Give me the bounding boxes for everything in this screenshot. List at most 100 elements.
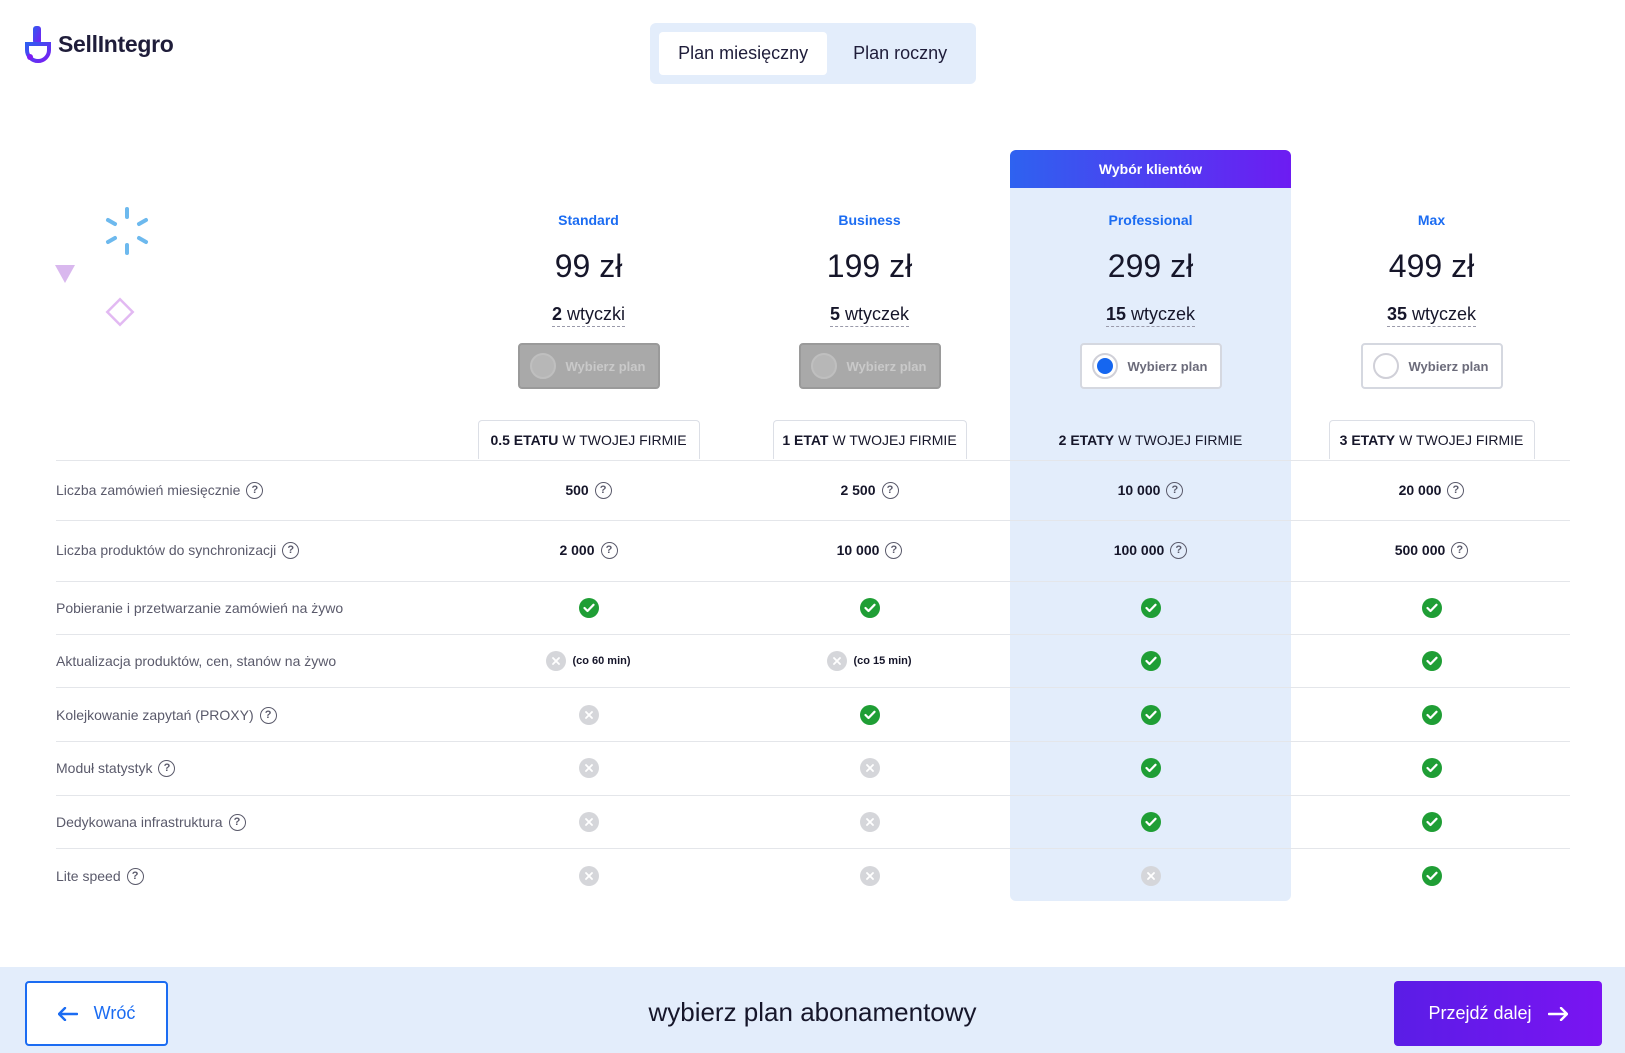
staff-equivalent-text: W TWOJEJ FIRMIE — [1118, 432, 1243, 448]
arrow-right-icon — [1547, 1006, 1568, 1021]
feature-label: Aktualizacja produktów, cen, stanów na ż… — [56, 651, 336, 671]
plan-header-max: Max 499 zł 35 wtyczek — [1291, 200, 1572, 330]
help-icon[interactable]: ? — [1447, 481, 1465, 499]
plan-price: 199 zł — [826, 248, 913, 284]
feature-cell — [1010, 650, 1291, 672]
feature-cell — [1010, 757, 1291, 779]
plugins-count: 2 — [551, 304, 562, 324]
feature-label: Liczba produktów do synchronizacji? — [56, 540, 300, 560]
brand-name: SellIntegro — [58, 30, 174, 57]
feature-label: Kolejkowanie zapytań (PROXY)? — [56, 705, 277, 725]
plugins-count: 15 — [1105, 304, 1126, 324]
feature-value: 500 — [565, 482, 589, 498]
help-icon[interactable]: ? — [126, 867, 144, 885]
feature-cell — [448, 704, 729, 726]
feature-value: 2 000 — [559, 542, 595, 558]
help-icon[interactable]: ? — [1451, 541, 1469, 559]
select-plan-label: Wybierz plan — [1127, 358, 1208, 374]
sparkle-decoration-icon — [106, 207, 148, 255]
help-icon[interactable]: ? — [594, 481, 612, 499]
next-button[interactable]: Przejdź dalej — [1394, 981, 1602, 1046]
check-icon — [1421, 866, 1442, 886]
feature-label-text: Dedykowana infrastruktura — [56, 814, 223, 830]
check-icon — [1421, 651, 1442, 671]
select-plan-label: Wybierz plan — [846, 358, 927, 374]
feature-label-text: Liczba produktów do synchronizacji — [56, 542, 277, 558]
plan-name: Business — [838, 212, 901, 228]
feature-cell — [448, 757, 729, 779]
select-plan-button-business[interactable]: Wybierz plan — [798, 343, 941, 389]
feature-label: Liczba zamówień miesięcznie? — [56, 480, 264, 500]
staff-equivalent-business: 1 ETAT W TWOJEJ FIRMIE — [772, 420, 967, 459]
feature-cell — [1291, 865, 1572, 887]
monthly-plan-tab[interactable]: Plan miesięczny — [659, 32, 828, 75]
feature-cell — [1291, 597, 1572, 619]
brand-logo[interactable]: SellIntegro — [24, 24, 174, 64]
yearly-plan-tab[interactable]: Plan roczny — [833, 32, 967, 75]
help-icon[interactable]: ? — [259, 706, 277, 724]
customers-choice-badge: Wybór klientów — [1010, 150, 1291, 188]
help-icon[interactable]: ? — [885, 541, 903, 559]
triangle-decoration-icon — [55, 265, 75, 283]
plan-price: 499 zł — [1388, 248, 1475, 284]
update-interval-note: (co 15 min) — [853, 655, 912, 667]
row-divider — [56, 687, 1570, 688]
diamond-decoration-icon — [105, 297, 135, 327]
plan-radio-icon — [1372, 353, 1399, 379]
update-interval-note: (co 60 min) — [572, 655, 631, 667]
next-button-label: Przejdź dalej — [1428, 1003, 1532, 1023]
staff-equivalent-text: W TWOJEJ FIRMIE — [832, 432, 957, 448]
feature-cell — [448, 597, 729, 619]
select-plan-button-professional[interactable]: Wybierz plan — [1079, 343, 1222, 389]
check-icon — [1421, 705, 1442, 725]
feature-value: 2 500 — [840, 482, 876, 498]
select-plan-button-max[interactable]: Wybierz plan — [1360, 343, 1503, 389]
check-icon — [1140, 812, 1161, 832]
help-icon[interactable]: ? — [282, 541, 300, 559]
feature-cell: 2 000? — [448, 539, 729, 561]
help-icon[interactable]: ? — [158, 759, 176, 777]
feature-cell: 500? — [448, 479, 729, 501]
plan-plugins[interactable]: 5 wtyczek — [729, 304, 1010, 330]
feature-label-text: Pobieranie i przetwarzanie zamówień na ż… — [56, 600, 344, 616]
plan-plugins[interactable]: 15 wtyczek — [1010, 304, 1291, 330]
feature-cell: 100 000? — [1010, 539, 1291, 561]
cross-icon — [827, 651, 848, 671]
check-icon — [1421, 598, 1442, 618]
feature-cell — [1010, 704, 1291, 726]
feature-cell: (co 60 min) — [448, 650, 729, 672]
help-icon[interactable]: ? — [600, 541, 618, 559]
help-icon[interactable]: ? — [246, 481, 264, 499]
cross-icon — [1140, 866, 1161, 886]
cross-icon — [578, 705, 599, 725]
sellintegro-logo-icon — [25, 26, 51, 63]
check-icon — [1140, 598, 1161, 618]
feature-value: 10 000 — [836, 542, 880, 558]
help-icon[interactable]: ? — [1166, 481, 1184, 499]
plan-plugins[interactable]: 2 wtyczki — [448, 304, 729, 330]
step-title: wybierz plan abonamentowy — [648, 997, 977, 1027]
plan-plugins[interactable]: 35 wtyczek — [1291, 304, 1572, 330]
feature-cell — [729, 597, 1010, 619]
plugins-count: 5 — [829, 304, 840, 324]
select-plan-button-standard[interactable]: Wybierz plan — [517, 343, 660, 389]
row-divider — [56, 795, 1570, 796]
feature-cell — [729, 865, 1010, 887]
plan-header-business: Business 199 zł 5 wtyczek — [729, 200, 1010, 330]
feature-cell — [1291, 650, 1572, 672]
plan-price: 299 zł — [1107, 248, 1194, 284]
check-icon — [578, 598, 599, 618]
help-icon[interactable]: ? — [881, 481, 899, 499]
staff-equivalent-professional: 2 ETATY W TWOJEJ FIRMIE — [1048, 420, 1253, 459]
feature-label-text: Moduł statystyk — [56, 760, 153, 776]
row-divider — [56, 581, 1570, 582]
check-icon — [1421, 812, 1442, 832]
feature-value: 100 000 — [1113, 542, 1165, 558]
feature-cell — [1291, 757, 1572, 779]
check-icon — [859, 598, 880, 618]
plan-name: Max — [1417, 212, 1446, 228]
help-icon[interactable]: ? — [228, 813, 246, 831]
help-icon[interactable]: ? — [1170, 541, 1188, 559]
check-icon — [1140, 705, 1161, 725]
check-icon — [859, 705, 880, 725]
